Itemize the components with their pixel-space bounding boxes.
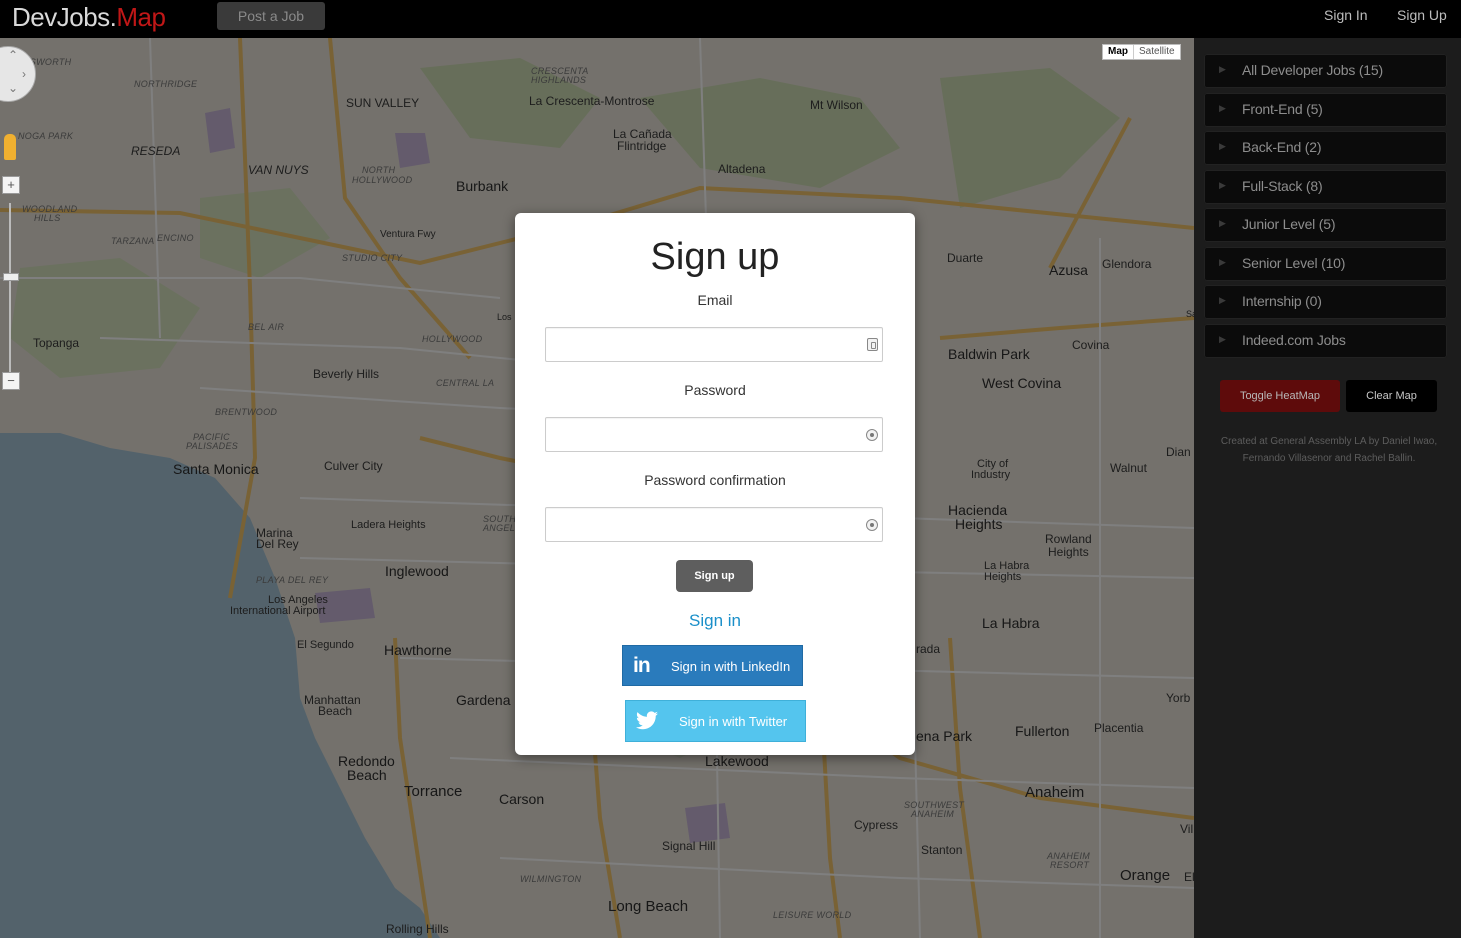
category-all-developer-jobs[interactable]: ▶ All Developer Jobs (15) (1204, 54, 1447, 88)
street-view-pegman-icon[interactable] (4, 134, 16, 160)
linkedin-icon: in (633, 654, 651, 677)
nav-sign-in-link[interactable]: Sign In (1324, 7, 1368, 23)
category-label: Full-Stack (8) (1242, 178, 1323, 194)
sign-in-with-linkedin-button[interactable]: in Sign in with LinkedIn (622, 645, 803, 686)
password-field-wrapper (545, 417, 883, 452)
password-confirmation-label: Password confirmation (644, 472, 786, 488)
twitter-button-label: Sign in with Twitter (679, 714, 788, 729)
caret-right-icon: ▶ (1219, 64, 1226, 74)
email-field-wrapper (545, 327, 883, 362)
category-senior-level[interactable]: ▶ Senior Level (10) (1204, 247, 1447, 281)
sign-in-link[interactable]: Sign in (515, 611, 915, 631)
password-confirmation-field-wrapper (545, 507, 883, 542)
modal-title: Sign up (650, 236, 780, 278)
brand-logo[interactable]: DevJobs.Map (12, 2, 166, 32)
map-type-satellite-button[interactable]: Satellite (1134, 45, 1180, 59)
category-label: Indeed.com Jobs (1242, 332, 1346, 348)
password-confirmation-field[interactable] (546, 508, 882, 541)
caret-right-icon: ▶ (1219, 218, 1226, 228)
map-type-map-button[interactable]: Map (1103, 45, 1134, 59)
category-label: Junior Level (5) (1242, 216, 1336, 232)
caret-right-icon: ▶ (1219, 180, 1226, 190)
category-front-end[interactable]: ▶ Front-End (5) (1204, 93, 1447, 127)
key-icon (866, 519, 878, 531)
post-job-button[interactable]: Post a Job (217, 2, 325, 30)
category-label: Internship (0) (1242, 293, 1322, 309)
signup-modal: Sign up Email Password Password confirma… (515, 213, 915, 755)
category-label: Front-End (5) (1242, 101, 1323, 117)
nav-sign-up-link[interactable]: Sign Up (1397, 7, 1447, 23)
category-back-end[interactable]: ▶ Back-End (2) (1204, 131, 1447, 165)
zoom-in-button[interactable]: + (2, 176, 20, 194)
category-full-stack[interactable]: ▶ Full-Stack (8) (1204, 170, 1447, 204)
twitter-bird-icon (636, 711, 658, 735)
chevron-up-icon[interactable]: ⌃ (8, 48, 18, 62)
sign-in-with-twitter-button[interactable]: Sign in with Twitter (625, 700, 806, 742)
sign-up-submit-button[interactable]: Sign up (676, 560, 753, 592)
top-navbar: DevJobs.Map Post a Job Sign In Sign Up (0, 0, 1461, 38)
linkedin-button-label: Sign in with LinkedIn (671, 659, 791, 674)
zoom-out-button[interactable]: − (2, 372, 20, 390)
category-label: All Developer Jobs (15) (1242, 62, 1383, 78)
key-icon (866, 429, 878, 441)
password-field[interactable] (546, 418, 882, 451)
chevron-down-icon[interactable]: ⌄ (8, 81, 18, 95)
chevron-right-icon[interactable]: › (22, 67, 26, 81)
category-junior-level[interactable]: ▶ Junior Level (5) (1204, 208, 1447, 242)
caret-right-icon: ▶ (1219, 334, 1226, 344)
credits-text: Created at General Assembly LA by Daniel… (1220, 436, 1438, 464)
caret-right-icon: ▶ (1219, 257, 1226, 267)
category-label: Senior Level (10) (1242, 255, 1346, 271)
clear-map-button[interactable]: Clear Map (1346, 380, 1437, 412)
zoom-slider-thumb[interactable] (3, 273, 19, 281)
brand-name: DevJobs. (12, 2, 117, 32)
brand-accent: Map (116, 2, 166, 32)
caret-right-icon: ▶ (1219, 295, 1226, 305)
email-field[interactable] (546, 328, 882, 361)
caret-right-icon: ▶ (1219, 103, 1226, 113)
map-type-control[interactable]: Map Satellite (1102, 44, 1181, 60)
password-label: Password (684, 382, 746, 398)
category-label: Back-End (2) (1242, 139, 1322, 155)
zoom-slider-track[interactable] (9, 203, 11, 373)
sidebar: ▶ All Developer Jobs (15) ▶ Front-End (5) … (1194, 38, 1461, 938)
email-label: Email (697, 292, 733, 308)
caret-right-icon: ▶ (1219, 141, 1226, 151)
category-indeed-jobs[interactable]: ▶ Indeed.com Jobs (1204, 324, 1447, 358)
category-internship[interactable]: ▶ Internship (0) (1204, 285, 1447, 319)
contact-card-icon (867, 338, 878, 351)
toggle-heatmap-button[interactable]: Toggle HeatMap (1220, 380, 1340, 412)
